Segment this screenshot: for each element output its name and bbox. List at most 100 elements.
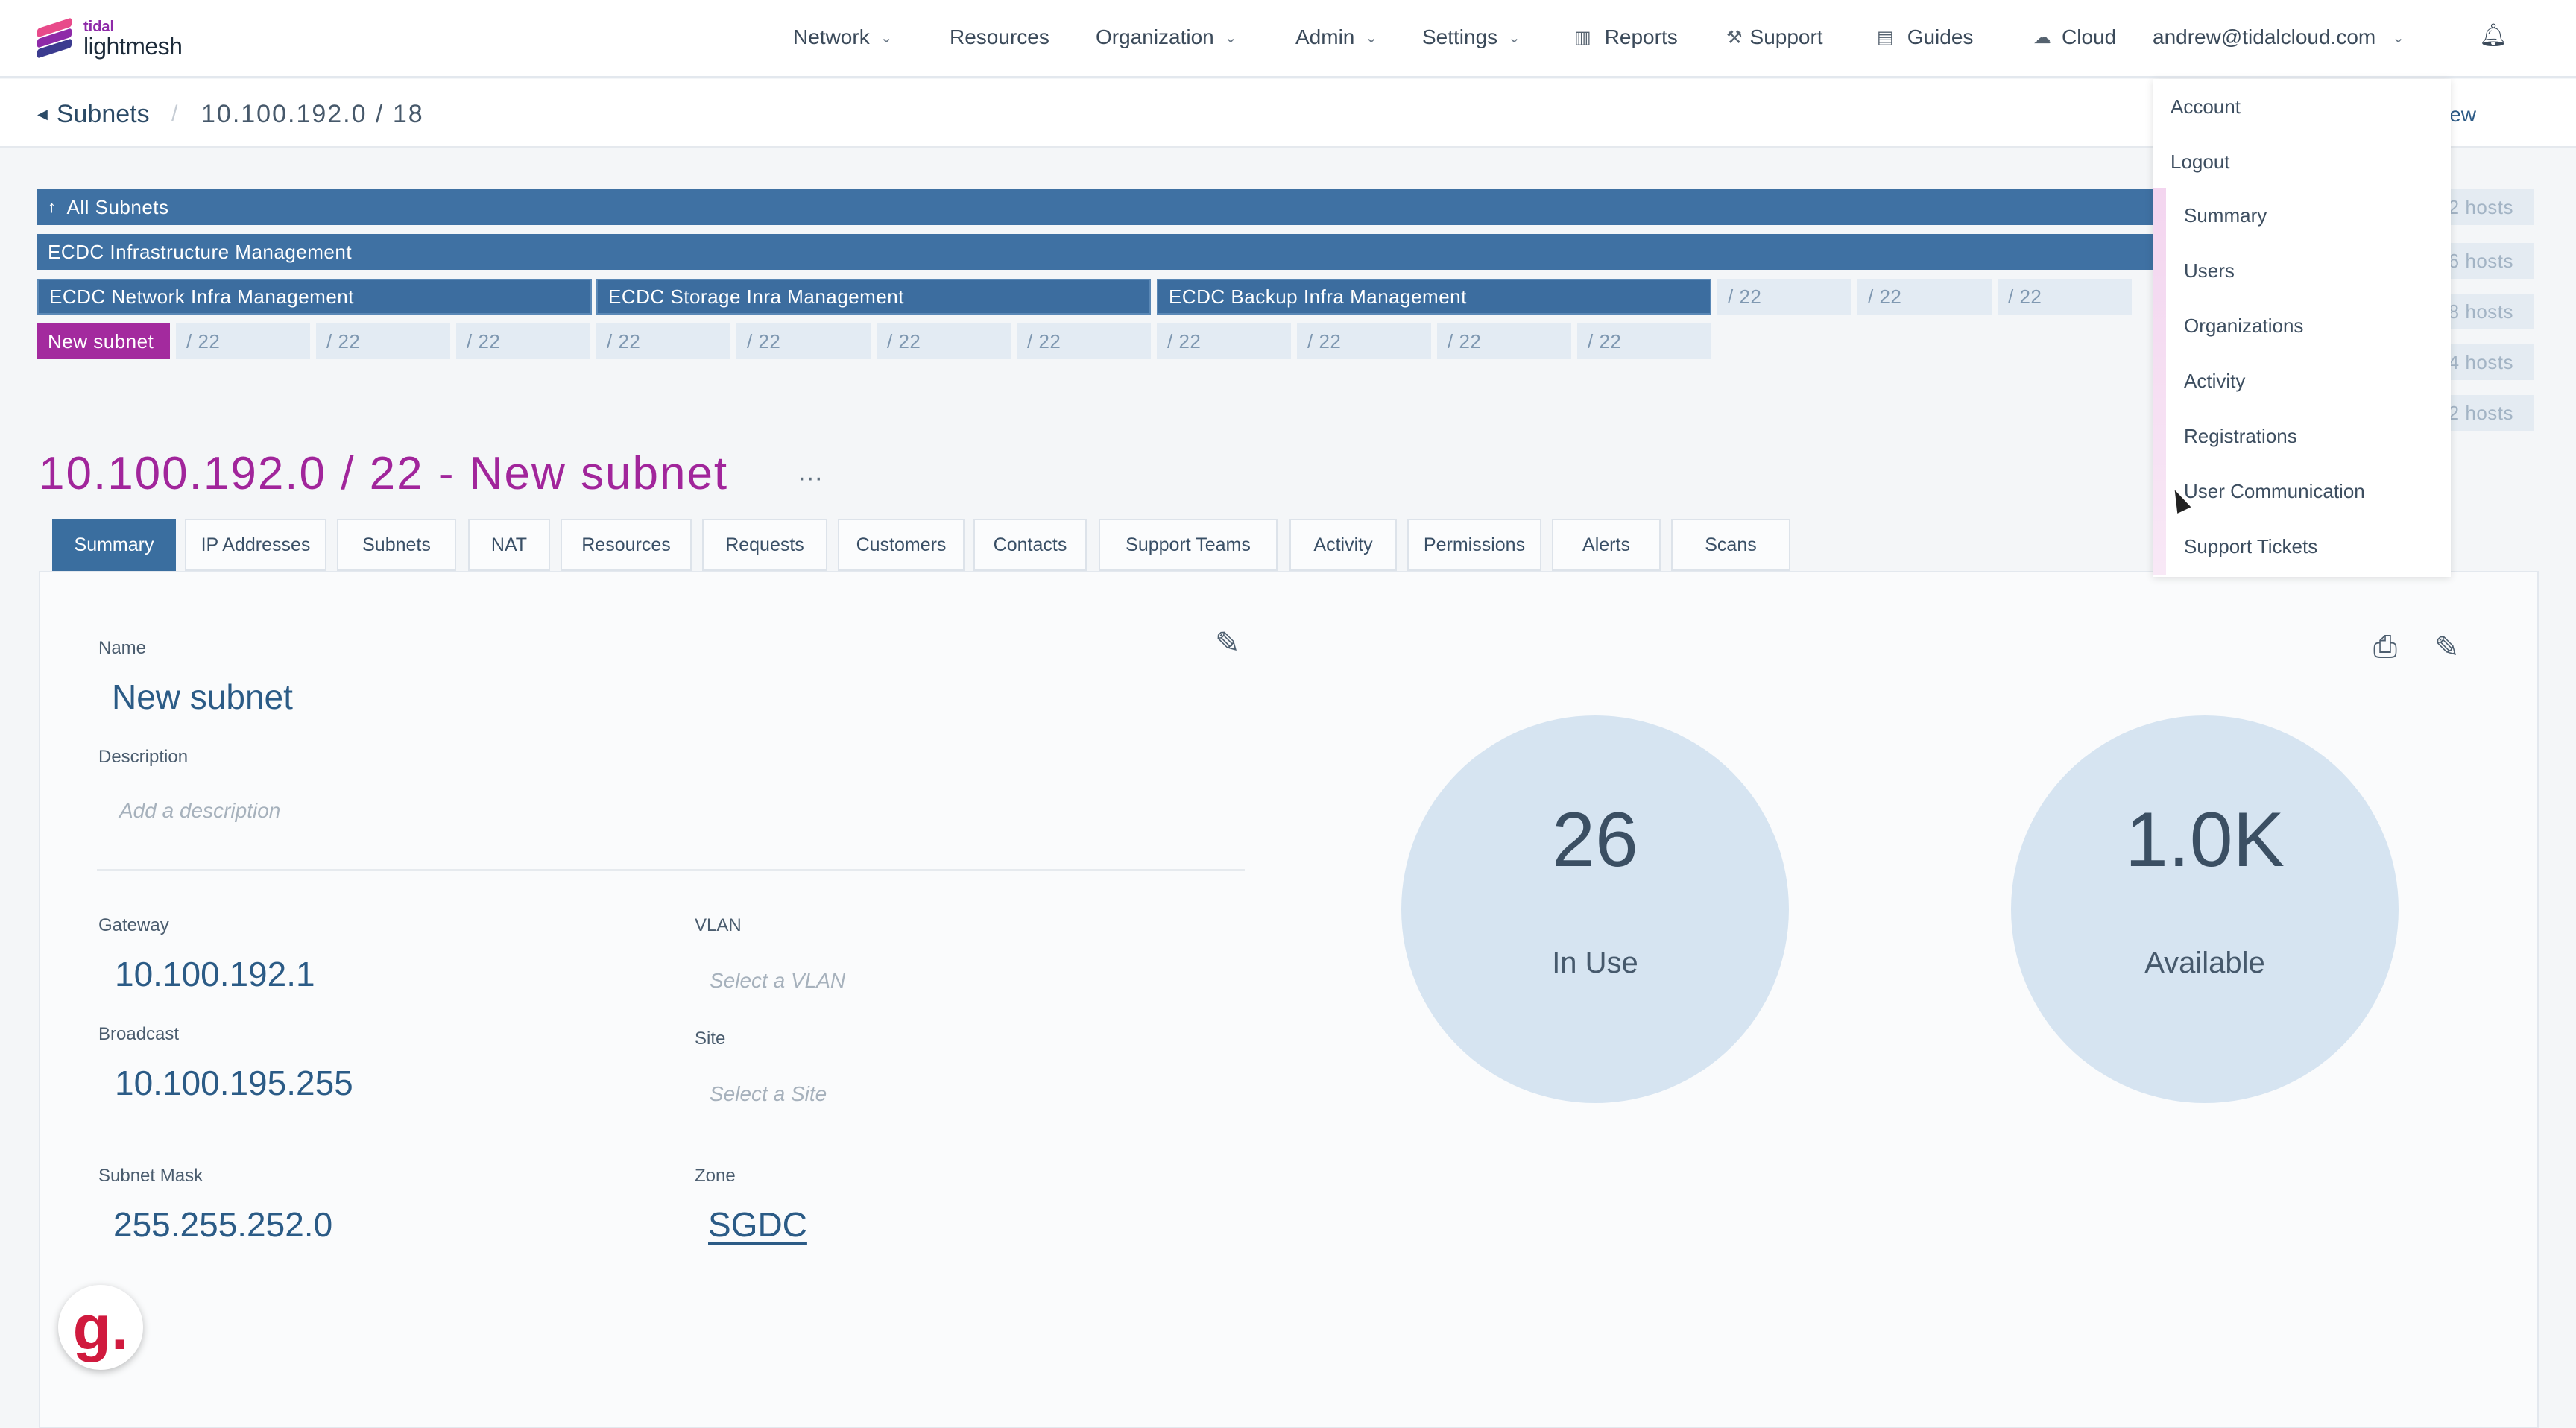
nav-organization[interactable]: Organization ⌄ [1096,25,1237,49]
menu-item-logout[interactable]: Logout [2171,151,2230,174]
nav-resources[interactable]: Resources [950,25,1049,49]
free-subnet-block[interactable]: / 22 [1437,323,1571,359]
tab-subnets[interactable]: Subnets [337,519,456,571]
subnet-map-level1-label: ECDC Infrastructure Management [48,240,353,263]
nav-support[interactable]: ⚒ Support [1726,25,1823,49]
tab-ip-addresses[interactable]: IP Addresses [185,519,326,571]
nav-network-label: Network [793,25,870,48]
free-subnet-label: / 22 [1868,285,1902,308]
vlan-select[interactable]: Select a VLAN [710,969,845,993]
tab-nat[interactable]: NAT [468,519,550,571]
print-icon[interactable]: ⎙ [2373,631,2397,664]
tab-scans[interactable]: Scans [1671,519,1790,571]
tab-label: NAT [490,534,528,555]
notifications-button[interactable]: 🔔︎ [2479,22,2507,48]
cloud-icon: ☁ [2033,27,2051,48]
nav-cloud[interactable]: ☁ Cloud [2033,25,2116,49]
free-subnet-block[interactable]: / 22 [1717,279,1852,315]
name-value[interactable]: New subnet [112,677,293,717]
user-menu-toggle[interactable]: andrew@tidalcloud.com ⌄ [2153,25,2405,49]
subnet-block[interactable]: ECDC Backup Infra Management [1157,279,1711,315]
tab-permissions[interactable]: Permissions [1407,519,1541,571]
tab-activity[interactable]: Activity [1289,519,1397,571]
nav-admin[interactable]: Admin ⌄ [1295,25,1377,49]
nav-settings[interactable]: Settings ⌄ [1422,25,1521,49]
nav-cloud-label: Cloud [2062,25,2117,48]
up-arrow-icon: ↑ [48,198,57,216]
more-options-button[interactable]: ··· [798,464,823,493]
chevron-down-icon: ⌄ [1224,29,1237,46]
tab-alerts[interactable]: Alerts [1552,519,1661,571]
nav-organization-label: Organization [1096,25,1214,48]
help-widget-letter: g. [72,1292,129,1362]
menu-item-users[interactable]: Users [2184,259,2235,282]
tab-label: Requests [725,534,804,555]
edit-icon[interactable]: ✎ [2434,631,2460,665]
subnet-block-label: ECDC Network Infra Management [49,285,354,308]
broadcast-value: 10.100.195.255 [115,1064,353,1102]
nav-reports[interactable]: ▥ Reports [1574,25,1678,49]
divider [97,869,1245,871]
subnet-map-all[interactable]: ↑ All Subnets [37,189,2169,225]
subnet-block[interactable]: ECDC Network Infra Management [37,279,592,315]
menu-item-user-communication[interactable]: User Communication [2184,480,2365,503]
free-subnet-block[interactable]: / 22 [1297,323,1431,359]
tab-summary[interactable]: Summary [52,519,176,571]
free-subnet-block[interactable]: / 22 [176,323,310,359]
selected-subnet-block[interactable]: New subnet [37,323,170,359]
menu-item-registrations[interactable]: Registrations [2184,425,2297,448]
tab-label: IP Addresses [201,534,311,555]
zone-link[interactable]: SGDC [708,1204,807,1245]
free-subnet-block[interactable]: / 22 [456,323,590,359]
breadcrumb-separator: / [171,101,178,126]
edit-name-icon[interactable]: ✎ [1215,626,1240,660]
menu-item-summary[interactable]: Summary [2184,204,2267,227]
free-subnet-label: / 22 [186,329,221,353]
book-icon: ▤ [1877,27,1894,48]
nav-network[interactable]: Network ⌄ [793,25,892,49]
free-subnet-block[interactable]: / 22 [316,323,450,359]
bell-icon: 🔔︎ [2479,23,2508,48]
breadcrumb-back-link[interactable]: ◀ Subnets [37,100,150,129]
chevron-down-icon: ⌄ [1508,29,1521,46]
tab-support-teams[interactable]: Support Teams [1099,519,1278,571]
name-label: Name [98,638,147,658]
help-widget-button[interactable]: g. [58,1285,143,1370]
subnet-mask-label: Subnet Mask [98,1166,203,1186]
free-subnet-label: / 22 [887,329,921,353]
chevron-down-icon: ⌄ [1365,29,1378,46]
tab-customers[interactable]: Customers [838,519,965,571]
site-select[interactable]: Select a Site [710,1082,827,1106]
free-subnet-block[interactable]: / 22 [1998,279,2132,315]
menu-item-support-tickets[interactable]: Support Tickets [2184,535,2317,558]
menu-item-organizations[interactable]: Organizations [2184,315,2303,338]
menu-item-activity[interactable]: Activity [2184,370,2245,393]
free-subnet-label: / 22 [1448,329,1482,353]
nav-guides[interactable]: ▤ Guides [1877,25,1973,49]
breadcrumb-current: 10.100.192.0 / 18 [201,100,424,128]
tab-resources[interactable]: Resources [561,519,692,571]
subnet-block[interactable]: ECDC Storage Inra Management [596,279,1151,315]
free-subnet-block[interactable]: / 22 [1157,323,1291,359]
app-logo[interactable]: tidal lightmesh [37,16,183,61]
free-subnet-block[interactable]: / 22 [1017,323,1151,359]
subnet-block-label: ECDC Backup Infra Management [1169,285,1467,308]
site-label: Site [695,1029,726,1049]
zone-label: Zone [695,1166,736,1186]
free-subnet-label: / 22 [1728,285,1762,308]
free-subnet-block[interactable]: / 22 [596,323,730,359]
tab-contacts[interactable]: Contacts [973,519,1087,571]
free-subnet-block[interactable]: / 22 [877,323,1011,359]
free-subnet-block[interactable]: / 22 [736,323,871,359]
description-input[interactable]: Add a description [119,799,280,823]
free-subnet-block[interactable]: / 22 [1577,323,1711,359]
host-count-label: 2 hosts [2448,401,2513,424]
user-email: andrew@tidalcloud.com [2153,25,2376,48]
subnet-map-level1[interactable]: ECDC Infrastructure Management [37,234,2169,270]
tab-requests[interactable]: Requests [702,519,827,571]
tab-label: Subnets [362,534,431,555]
menu-item-account[interactable]: Account [2171,95,2241,119]
free-subnet-block[interactable]: / 22 [1857,279,1992,315]
host-count-label: 8 hosts [2448,300,2513,323]
nav-support-label: Support [1749,25,1823,48]
